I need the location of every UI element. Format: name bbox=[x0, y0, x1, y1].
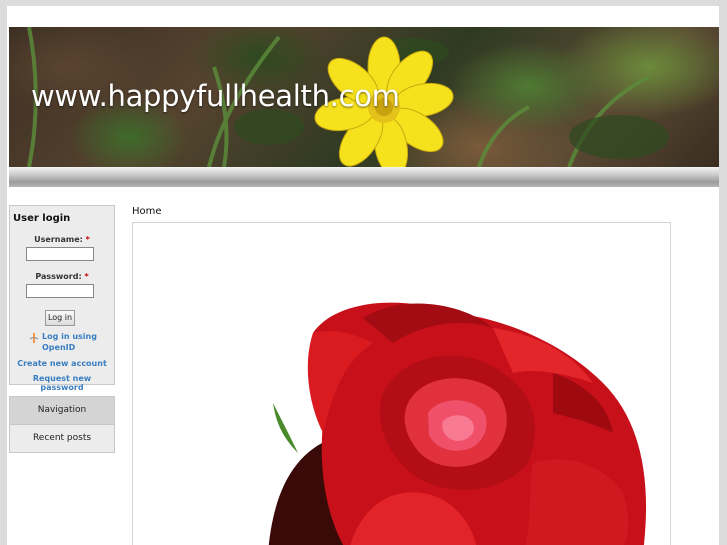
password-input[interactable] bbox=[26, 284, 94, 298]
rose-image bbox=[268, 302, 647, 545]
login-button[interactable]: Log in bbox=[45, 310, 75, 326]
header-divider-bar bbox=[9, 167, 719, 187]
create-account-link[interactable]: Create new account bbox=[10, 359, 114, 368]
openid-login-link[interactable]: Log in using OpenID bbox=[29, 331, 110, 353]
page: www.happyfullhealth.com User login Usern… bbox=[7, 6, 719, 545]
content-image-frame bbox=[132, 222, 671, 545]
block-title: User login bbox=[13, 213, 71, 224]
site-title[interactable]: www.happyfullhealth.com bbox=[31, 79, 400, 113]
required-mark: * bbox=[84, 272, 89, 281]
request-password-link[interactable]: Request new password bbox=[10, 374, 114, 392]
openid-link-label[interactable]: Log in using OpenID bbox=[30, 331, 110, 353]
sidebar-item-navigation[interactable]: Navigation bbox=[9, 396, 115, 425]
user-login-block: User login Username: * Password: * Log i… bbox=[9, 205, 115, 392]
username-label: Username: * bbox=[34, 235, 90, 244]
sidebar-item-recent-posts[interactable]: Recent posts bbox=[9, 424, 115, 453]
password-label: Password: * bbox=[35, 272, 89, 281]
breadcrumb-home[interactable]: Home bbox=[132, 206, 162, 217]
username-input[interactable] bbox=[26, 247, 94, 261]
openid-icon bbox=[29, 333, 39, 343]
required-mark: * bbox=[85, 235, 90, 244]
sidebar-item-label: Recent posts bbox=[32, 433, 92, 443]
header-banner: www.happyfullhealth.com bbox=[9, 27, 719, 167]
sidebar-item-label: Navigation bbox=[37, 405, 87, 415]
